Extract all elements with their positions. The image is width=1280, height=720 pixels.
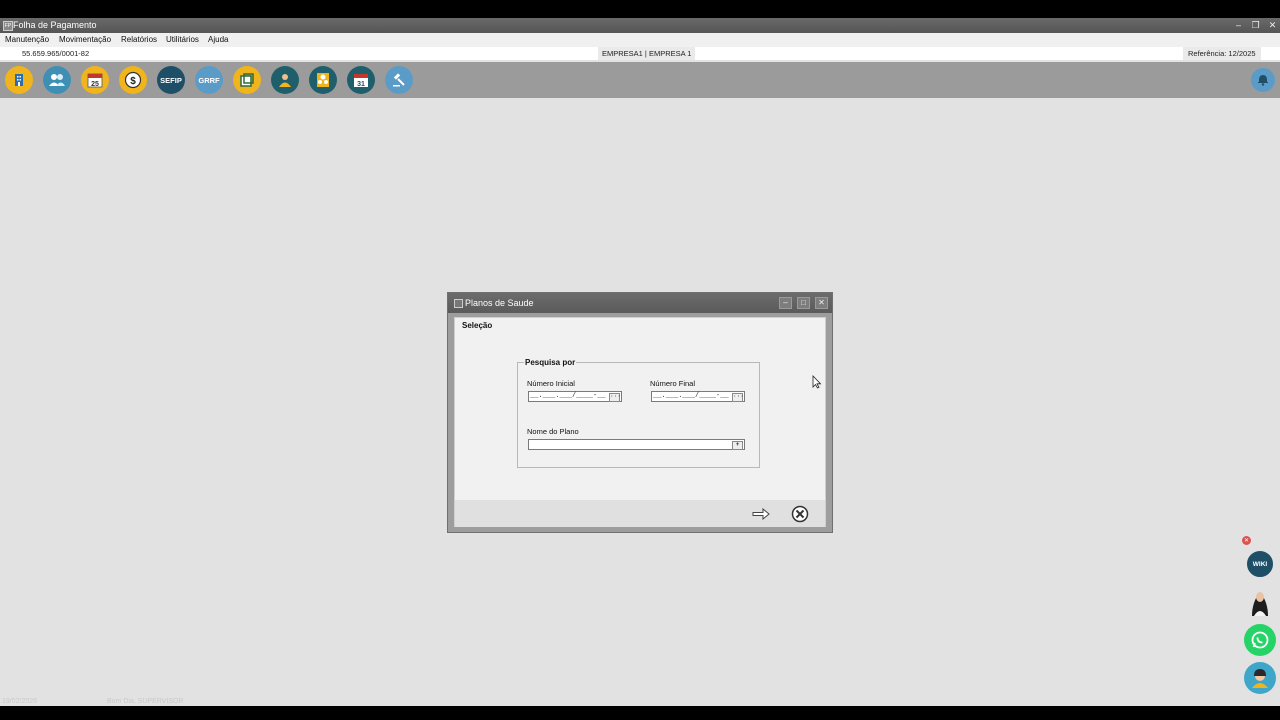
video-letterbox-top bbox=[0, 0, 1280, 18]
desktop: FP Folha de Pagamento – ❐ ✕ Manutenção M… bbox=[0, 0, 1280, 720]
dialog-minimize-button[interactable]: – bbox=[779, 297, 792, 309]
building-icon[interactable] bbox=[5, 66, 33, 94]
nome-do-plano-dropdown-button[interactable]: + bbox=[732, 441, 743, 450]
nome-do-plano-label: Nome do Plano bbox=[527, 427, 579, 436]
numero-final-lookup-button[interactable]: ··· bbox=[732, 393, 744, 402]
menu-manutencao[interactable]: Manutenção bbox=[5, 33, 49, 47]
status-date: 19/02/2026 bbox=[2, 698, 38, 705]
app-title: Folha de Pagamento bbox=[13, 20, 97, 30]
dialog-close-button[interactable]: ✕ bbox=[815, 297, 828, 309]
dialog-footer bbox=[455, 500, 825, 527]
svg-text:31: 31 bbox=[357, 81, 365, 88]
sefip-icon[interactable]: SEFIP bbox=[157, 66, 185, 94]
app-icon: FP bbox=[3, 21, 13, 31]
planos-de-saude-dialog: Planos de Saude – □ ✕ Seleção Pesquisa p… bbox=[447, 292, 833, 533]
gavel-icon[interactable] bbox=[385, 66, 413, 94]
dialog-app-icon bbox=[454, 299, 463, 308]
main-toolbar: 25 $ SEFIP GRRF 31 bbox=[0, 62, 1280, 98]
selecao-legend: Seleção bbox=[462, 321, 493, 330]
minimize-button[interactable]: – bbox=[1233, 20, 1244, 31]
mouse-pointer-icon bbox=[812, 375, 822, 394]
calendar-31-icon[interactable]: 31 bbox=[347, 66, 375, 94]
numero-inicial-field[interactable]: __.___.___/____-__ ··· bbox=[528, 391, 622, 402]
assistant-avatar-icon[interactable] bbox=[1245, 586, 1275, 618]
dialog-maximize-button[interactable]: □ bbox=[797, 297, 810, 309]
close-widgets-icon[interactable]: ✕ bbox=[1242, 536, 1251, 545]
notification-bell-icon[interactable] bbox=[1251, 68, 1275, 92]
video-letterbox-bottom bbox=[0, 706, 1280, 720]
menu-movimentacao[interactable]: Movimentação bbox=[59, 33, 111, 47]
employees-icon[interactable] bbox=[43, 66, 71, 94]
menu-relatorios[interactable]: Relatórios bbox=[121, 33, 157, 47]
pesquisa-por-legend: Pesquisa por bbox=[524, 358, 577, 367]
numero-final-field[interactable]: __.___.___/____-__ ··· bbox=[651, 391, 745, 402]
document-icon[interactable] bbox=[233, 66, 261, 94]
grrf-label: GRRF bbox=[198, 75, 220, 85]
user-settings-icon[interactable] bbox=[271, 66, 299, 94]
numero-inicial-label: Número Inicial bbox=[527, 379, 575, 388]
dialog-title: Planos de Saude bbox=[465, 298, 534, 308]
calendar-icon[interactable]: 25 bbox=[81, 66, 109, 94]
reference-period: Referência: 12/2025 bbox=[1183, 47, 1261, 60]
close-button[interactable]: ✕ bbox=[1267, 20, 1278, 31]
company-name: EMPRESA1 | EMPRESA 1 bbox=[598, 47, 696, 60]
menu-utilitarios[interactable]: Utilitários bbox=[166, 33, 199, 47]
whatsapp-icon[interactable] bbox=[1244, 624, 1276, 656]
svg-text:25: 25 bbox=[91, 81, 99, 88]
numero-inicial-value: __.___.___/____-__ bbox=[530, 392, 606, 400]
numero-final-value: __.___.___/____-__ bbox=[653, 392, 729, 400]
menu-ajuda[interactable]: Ajuda bbox=[208, 33, 228, 47]
confirm-arrow-icon[interactable] bbox=[752, 505, 770, 523]
app-title-bar: FP Folha de Pagamento – ❐ ✕ bbox=[0, 18, 1280, 33]
company-cnpj: 55.659.965/0001-82 bbox=[22, 49, 90, 58]
svg-text:$: $ bbox=[130, 76, 136, 87]
grrf-icon[interactable]: GRRF bbox=[195, 66, 223, 94]
team-icon[interactable] bbox=[309, 66, 337, 94]
wiki-icon[interactable]: WIKI bbox=[1245, 549, 1275, 579]
status-greeting: Bom Dia, SUPERVISOR bbox=[107, 698, 184, 705]
info-bar: 55.659.965/0001-82 EMPRESA1 | EMPRESA 1 … bbox=[0, 47, 1280, 60]
dialog-title-bar: Planos de Saude – □ ✕ bbox=[448, 293, 832, 313]
dialog-body: Seleção Pesquisa por Número Inicial __._… bbox=[454, 317, 826, 527]
pesquisa-por-group: Pesquisa por Número Inicial __.___.___/_… bbox=[517, 358, 760, 468]
dollar-icon[interactable]: $ bbox=[119, 66, 147, 94]
restore-button[interactable]: ❐ bbox=[1250, 20, 1261, 31]
support-agent-icon[interactable] bbox=[1244, 662, 1276, 694]
menu-bar: Manutenção Movimentação Relatórios Utili… bbox=[0, 33, 1280, 47]
cancel-circle-icon[interactable] bbox=[791, 505, 809, 523]
numero-final-label: Número Final bbox=[650, 379, 696, 388]
numero-inicial-lookup-button[interactable]: ··· bbox=[609, 393, 621, 402]
sefip-label: SEFIP bbox=[160, 75, 182, 85]
nome-do-plano-field[interactable]: + bbox=[528, 439, 745, 450]
